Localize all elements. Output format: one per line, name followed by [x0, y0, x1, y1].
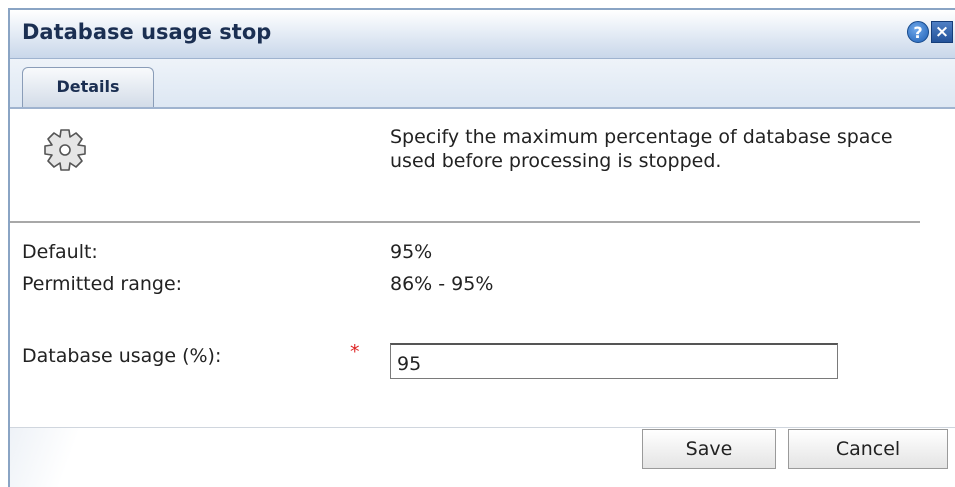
default-label: Default: [22, 241, 98, 263]
tab-details[interactable]: Details [22, 67, 154, 107]
required-marker: * [350, 341, 360, 363]
footer-divider [10, 427, 955, 428]
dialog-title: Database usage stop [22, 20, 272, 44]
database-usage-label: Database usage (%): [22, 345, 222, 367]
permitted-range-label: Permitted range: [22, 273, 183, 295]
permitted-range-value: 86% - 95% [390, 273, 494, 295]
tab-strip: Details [10, 59, 955, 109]
cancel-button[interactable]: Cancel [788, 429, 948, 469]
dialog-titlebar[interactable]: Database usage stop ? × [10, 10, 955, 59]
database-usage-input[interactable] [390, 343, 838, 379]
gear-icon [44, 129, 86, 171]
description-text: Specify the maximum percentage of databa… [390, 126, 893, 172]
divider [10, 221, 920, 223]
help-icon[interactable]: ? [907, 21, 929, 43]
default-value: 95% [390, 241, 433, 263]
database-usage-stop-dialog: Database usage stop ? × Details Specify … [8, 8, 955, 487]
details-panel: Specify the maximum percentage of databa… [10, 109, 955, 487]
save-button[interactable]: Save [642, 429, 776, 469]
close-icon[interactable]: × [931, 21, 953, 43]
footer-decoration [10, 428, 90, 487]
